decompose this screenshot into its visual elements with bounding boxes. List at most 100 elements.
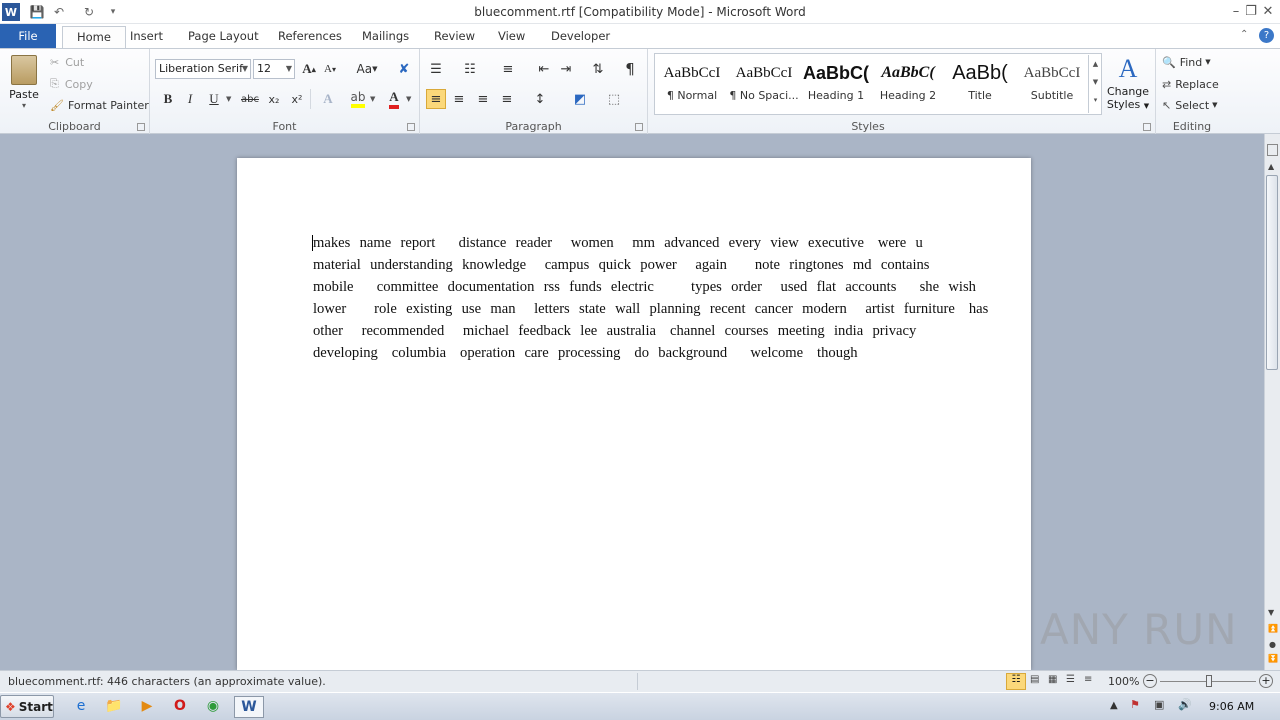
bullets-icon[interactable]: ☰	[426, 59, 446, 79]
tab-view[interactable]: View	[484, 24, 539, 48]
show-formatting-icon[interactable]: ¶	[620, 59, 640, 79]
font-color-icon[interactable]: A	[384, 89, 404, 109]
style-normal[interactable]: AaBbCcI ¶ Normal	[656, 57, 728, 113]
close-icon[interactable]: ✕	[1258, 2, 1278, 20]
subscript-button[interactable]: x₂	[264, 89, 284, 109]
document-page[interactable]: makes name report distance reader women …	[237, 158, 1031, 670]
outline-icon[interactable]: ☰	[1066, 674, 1075, 685]
format-painter-button[interactable]: 🖌 Format Painter	[50, 96, 149, 114]
style-heading-2[interactable]: AaBbC(Heading 2	[872, 57, 944, 113]
align-center-icon[interactable]: ≡	[449, 89, 469, 109]
align-right-icon[interactable]: ≡	[473, 89, 493, 109]
font-size-select[interactable]: 12 ▼	[253, 59, 295, 79]
ruler-toggle-icon[interactable]	[1267, 144, 1278, 156]
paste-label: Paste	[9, 88, 39, 101]
font-family-select[interactable]: Liberation Serif ▼	[155, 59, 251, 79]
tab-references[interactable]: References	[264, 24, 356, 48]
clock[interactable]: 9:06 AM	[1209, 700, 1254, 713]
media-player-icon[interactable]: ▶	[136, 696, 158, 716]
select-button[interactable]: ↖ Select ▼	[1162, 96, 1218, 114]
numbering-icon[interactable]: ☷	[460, 59, 480, 79]
decrease-indent-icon[interactable]: ⇤	[534, 59, 554, 79]
styles-scroll[interactable]: ▲ ▼ ▾	[1088, 55, 1102, 113]
paste-button[interactable]: Paste ▾	[6, 53, 42, 113]
draft-icon[interactable]: ≡	[1084, 674, 1092, 685]
zoom-level[interactable]: 100%	[1108, 675, 1139, 688]
change-styles-button[interactable]: A Change Styles ▼	[1106, 53, 1150, 115]
scroll-down-icon[interactable]: ▼	[1268, 608, 1274, 617]
change-case-icon[interactable]: Aa ▼	[353, 59, 381, 79]
cut-button[interactable]: ✂ Cut	[50, 53, 84, 71]
document-line: material understanding knowledge campus …	[313, 257, 930, 273]
help-icon[interactable]: ?	[1259, 28, 1274, 43]
clipboard-launcher-icon[interactable]	[137, 123, 145, 131]
clear-formatting-icon[interactable]: ✘	[394, 59, 414, 79]
highlighter-icon[interactable]: ab	[348, 89, 368, 109]
tab-file[interactable]: File	[0, 24, 56, 48]
sort-icon[interactable]: ⇅	[588, 59, 608, 79]
minimize-ribbon-icon[interactable]: ⌃	[1240, 29, 1248, 40]
zoom-out-icon[interactable]: −	[1143, 674, 1157, 688]
tab-page-layout[interactable]: Page Layout	[174, 24, 273, 48]
chevron-down-icon[interactable]: ▼	[406, 95, 411, 103]
browse-object-icon[interactable]: ●	[1269, 640, 1276, 649]
internet-explorer-icon[interactable]: e	[70, 696, 92, 716]
tab-insert[interactable]: Insert	[116, 24, 177, 48]
bold-button[interactable]: B	[158, 89, 178, 109]
next-page-icon[interactable]: ⏬	[1268, 654, 1278, 663]
grow-font-icon[interactable]: A ▴	[299, 59, 319, 79]
tab-mailings[interactable]: Mailings	[348, 24, 423, 48]
show-hidden-icons[interactable]: ▲	[1110, 700, 1118, 711]
shrink-font-icon[interactable]: A ▾	[320, 59, 340, 79]
zoom-slider-thumb[interactable]	[1206, 675, 1212, 687]
replace-button[interactable]: ⇄ Replace	[1162, 75, 1219, 93]
word-taskbar-icon[interactable]: W	[234, 696, 264, 718]
scroll-up-icon[interactable]: ▲	[1268, 162, 1274, 171]
zoom-in-icon[interactable]: +	[1259, 674, 1273, 688]
file-explorer-icon[interactable]: 📁	[103, 696, 125, 716]
chevron-down-icon[interactable]: ▼	[226, 95, 231, 103]
styles-launcher-icon[interactable]	[1143, 123, 1151, 131]
text-effects-icon[interactable]: A	[318, 89, 338, 109]
align-left-icon[interactable]: ≡	[426, 89, 446, 109]
opera-icon[interactable]: O	[169, 696, 191, 716]
increase-indent-icon[interactable]: ⇥	[556, 59, 576, 79]
copy-button[interactable]: ⎘ Copy	[50, 75, 93, 93]
superscript-button[interactable]: x²	[287, 89, 307, 109]
font-size-value: 12	[257, 62, 271, 75]
font-group: Liberation Serif ▼ 12 ▼ A ▴ A ▾ Aa ▼ ✘ B I U …	[150, 49, 420, 135]
style-subtitle[interactable]: AaBbCcI Subtitle	[1016, 57, 1088, 113]
print-layout-icon[interactable]: ☷	[1006, 673, 1026, 690]
line-spacing-icon[interactable]: ↕	[530, 89, 550, 109]
chevron-down-icon[interactable]: ▼	[370, 95, 375, 103]
action-center-icon[interactable]: ⚑	[1130, 698, 1140, 711]
multilevel-list-icon[interactable]: ≡	[498, 59, 518, 79]
justify-icon[interactable]: ≡	[497, 89, 517, 109]
style-no-spacing[interactable]: AaBbCcI ¶ No Spaci...	[728, 57, 800, 113]
document-body[interactable]: makes name report distance reader women …	[313, 232, 988, 364]
previous-page-icon[interactable]: ⏫	[1268, 624, 1278, 633]
network-icon[interactable]: ▣	[1154, 698, 1164, 711]
scrollbar-thumb[interactable]	[1266, 175, 1278, 370]
find-button[interactable]: 🔍 Find ▼	[1162, 53, 1211, 71]
strikethrough-button[interactable]: abc	[238, 89, 262, 109]
style-heading-1[interactable]: AaBbC(Heading 1	[800, 57, 872, 113]
paragraph-group: ☰ ☷ ≡ ⇤ ⇥ ⇅ ¶ ≡ ≡ ≡ ≡ ↕ ◩ ⬚ Paragraph	[420, 49, 648, 135]
italic-button[interactable]: I	[180, 89, 200, 109]
start-button[interactable]: ❖ Start	[0, 695, 54, 718]
paragraph-launcher-icon[interactable]	[635, 123, 643, 131]
shading-icon[interactable]: ◩	[570, 89, 590, 109]
tab-developer[interactable]: Developer	[537, 24, 624, 48]
web-layout-icon[interactable]: ▦	[1048, 674, 1057, 685]
tab-review[interactable]: Review	[420, 24, 489, 48]
start-label: Start	[18, 699, 53, 714]
style-title[interactable]: AaBb(Title	[944, 57, 1016, 113]
full-screen-reading-icon[interactable]: ▤	[1030, 674, 1039, 685]
style-name: Subtitle	[1030, 89, 1074, 102]
borders-icon[interactable]: ⬚	[604, 89, 624, 109]
font-launcher-icon[interactable]	[407, 123, 415, 131]
chrome-icon[interactable]: ◉	[202, 696, 224, 716]
volume-icon[interactable]: 🔊	[1178, 698, 1192, 711]
copy-icon: ⎘	[50, 77, 59, 90]
underline-button[interactable]: U	[204, 89, 224, 109]
